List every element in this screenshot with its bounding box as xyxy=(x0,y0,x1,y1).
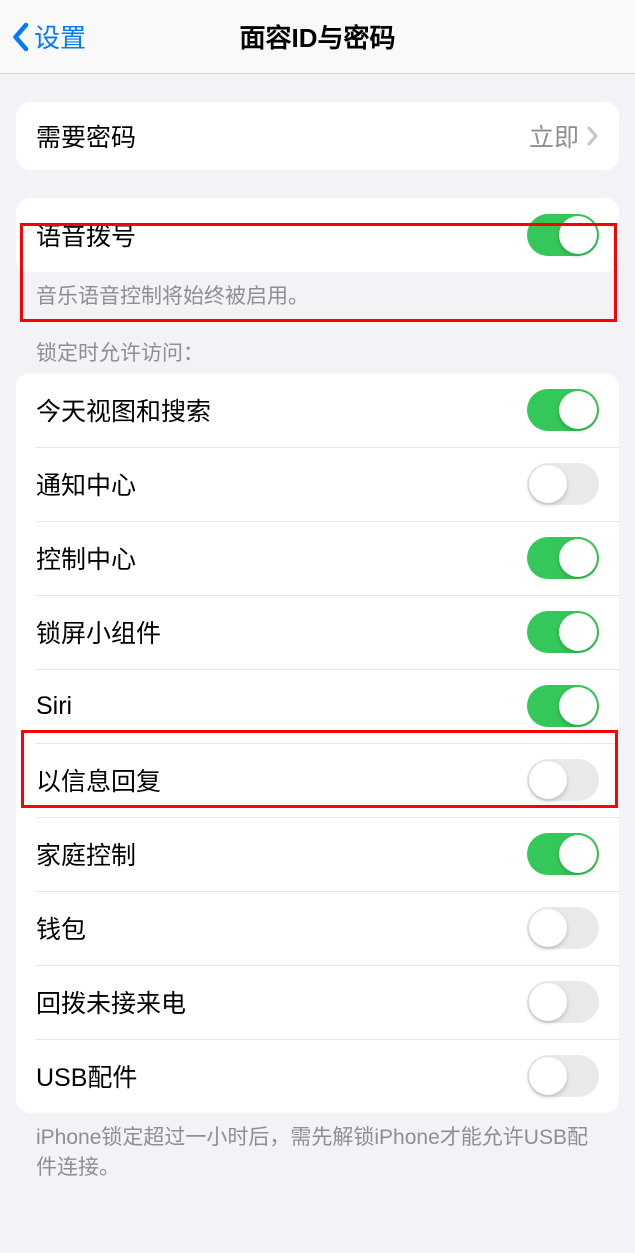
allow-access-toggle[interactable] xyxy=(527,907,599,949)
toggle-knob xyxy=(529,465,567,503)
require-passcode-row[interactable]: 需要密码 立即 xyxy=(16,102,619,170)
allow-access-row: 以信息回复 xyxy=(16,743,619,817)
allow-access-row: 回拨未接来电 xyxy=(16,965,619,1039)
toggle-knob xyxy=(529,909,567,947)
back-label: 设置 xyxy=(34,18,86,55)
allow-access-toggle[interactable] xyxy=(527,1055,599,1097)
allow-access-label: USB配件 xyxy=(36,1058,137,1094)
header-bar: 设置 面容ID与密码 xyxy=(0,0,635,74)
allow-access-row: USB配件 xyxy=(16,1039,619,1113)
toggle-knob xyxy=(559,613,597,651)
allow-access-label: 通知中心 xyxy=(36,466,136,502)
usb-footer: iPhone锁定超过一小时后，需先解锁iPhone才能允许USB配件连接。 xyxy=(36,1123,599,1182)
allow-access-label: 锁屏小组件 xyxy=(36,614,161,650)
toggle-knob xyxy=(559,539,597,577)
chevron-left-icon xyxy=(10,22,30,52)
allow-access-row: Siri xyxy=(16,669,619,743)
allow-access-label: 今天视图和搜索 xyxy=(36,392,211,428)
allow-access-toggle[interactable] xyxy=(527,463,599,505)
allow-access-label: 回拨未接来电 xyxy=(36,984,186,1020)
toggle-knob xyxy=(559,835,597,873)
back-button[interactable]: 设置 xyxy=(10,18,86,55)
allow-access-row: 今天视图和搜索 xyxy=(16,373,619,447)
voice-dial-footer: 音乐语音控制将始终被启用。 xyxy=(36,282,599,311)
allow-access-label: Siri xyxy=(36,692,72,721)
voice-dial-toggle[interactable] xyxy=(527,214,599,256)
allow-access-header: 锁定时允许访问： xyxy=(36,337,599,367)
allow-access-toggle[interactable] xyxy=(527,685,599,727)
page-title: 面容ID与密码 xyxy=(239,18,395,55)
row-right: 立即 xyxy=(529,118,599,154)
toggle-knob xyxy=(529,1057,567,1095)
allow-access-row: 控制中心 xyxy=(16,521,619,595)
allow-access-label: 以信息回复 xyxy=(36,762,161,798)
allow-access-group: 今天视图和搜索通知中心控制中心锁屏小组件 Siri 以信息回复家庭控制钱包回拨未接来… xyxy=(16,373,619,1113)
allow-access-toggle[interactable] xyxy=(527,611,599,653)
allow-access-toggle[interactable] xyxy=(527,537,599,579)
allow-access-row: 钱包 xyxy=(16,891,619,965)
toggle-knob xyxy=(559,687,597,725)
allow-access-toggle[interactable] xyxy=(527,389,599,431)
voice-dial-group: 语音拨号 xyxy=(16,198,619,272)
voice-dial-label: 语音拨号 xyxy=(36,217,136,253)
allow-access-toggle[interactable] xyxy=(527,833,599,875)
allow-access-row: 家庭控制 xyxy=(16,817,619,891)
require-passcode-group: 需要密码 立即 xyxy=(16,102,619,170)
allow-access-row: 通知中心 xyxy=(16,447,619,521)
toggle-knob xyxy=(559,391,597,429)
allow-access-label: 家庭控制 xyxy=(36,836,136,872)
toggle-knob xyxy=(529,983,567,1021)
require-passcode-label: 需要密码 xyxy=(36,118,136,154)
allow-access-toggle[interactable] xyxy=(527,981,599,1023)
allow-access-row: 锁屏小组件 xyxy=(16,595,619,669)
toggle-knob xyxy=(529,761,567,799)
allow-access-label: 控制中心 xyxy=(36,540,136,576)
require-passcode-value: 立即 xyxy=(529,118,579,154)
voice-dial-row: 语音拨号 xyxy=(16,198,619,272)
allow-access-label: 钱包 xyxy=(36,910,86,946)
allow-access-toggle[interactable] xyxy=(527,759,599,801)
chevron-right-icon xyxy=(587,126,599,146)
toggle-knob xyxy=(559,216,597,254)
